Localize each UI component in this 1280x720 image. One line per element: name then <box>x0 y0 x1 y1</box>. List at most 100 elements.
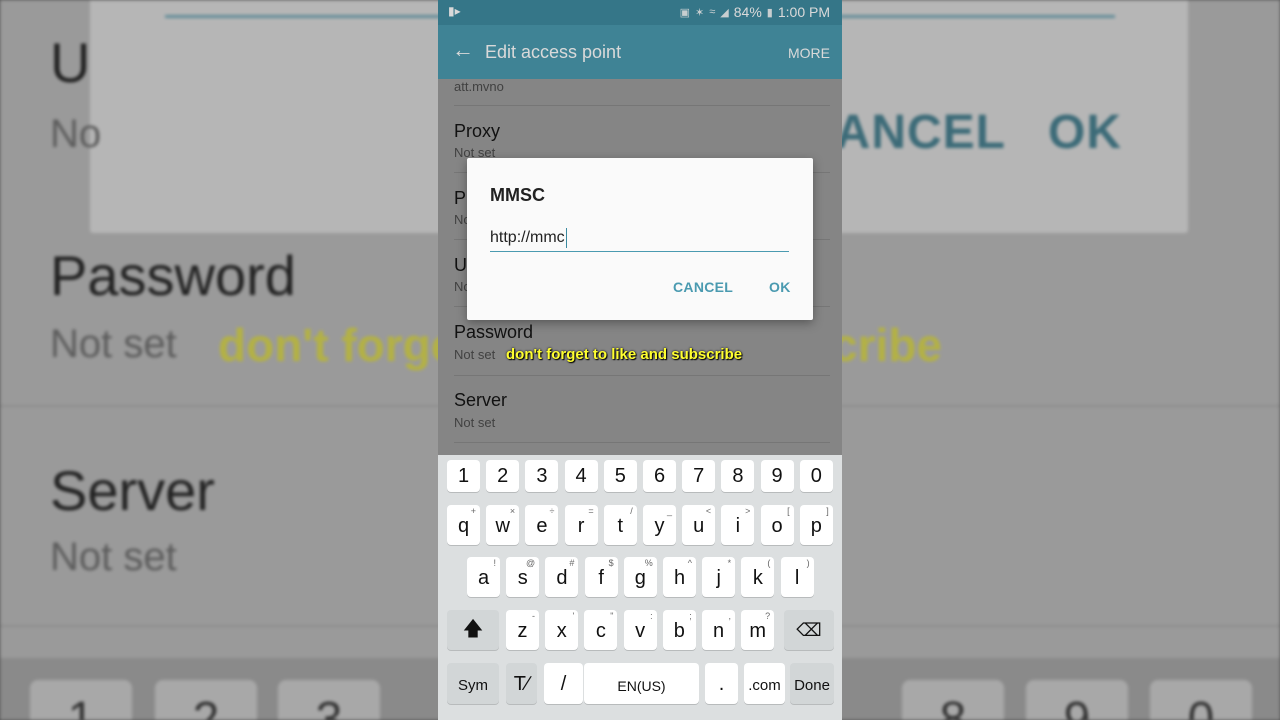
ok-button[interactable]: OK <box>769 279 791 295</box>
key-g-label: g <box>634 567 646 589</box>
dotcom-key[interactable]: .com <box>744 663 785 704</box>
key-1[interactable]: 1 <box>447 460 480 492</box>
shift-key[interactable]: 🡅 <box>447 610 499 650</box>
key-9-label: 9 <box>771 465 783 487</box>
key-m-label: m <box>749 620 767 642</box>
key-t-alt-label: / <box>630 506 633 516</box>
bg-item-title: Server <box>50 459 215 522</box>
key-s[interactable]: s @ <box>506 557 540 597</box>
bg-ok-text: OK <box>1048 106 1122 159</box>
key-f-label: f <box>598 567 604 589</box>
key-5[interactable]: 5 <box>603 460 637 492</box>
key-5-label: 5 <box>614 465 626 487</box>
slash-key-label: / <box>560 673 567 695</box>
key-z-label: z <box>517 620 528 642</box>
key-d[interactable]: d # <box>545 557 579 597</box>
space-key[interactable]: EN(US) <box>584 663 699 704</box>
key-x-label: x <box>556 620 567 642</box>
key-i-label: i <box>735 515 741 537</box>
key-c-alt-label: " <box>610 611 614 621</box>
keyboard: Sym T∕ / EN(US) . .com Done 1 2 3 4 5 6 7 8 9 0 q +… <box>438 455 842 720</box>
key-l-alt-label: ) <box>806 558 810 568</box>
key-v[interactable]: v: <box>623 610 657 650</box>
backspace-icon: ⌫ <box>796 620 822 640</box>
key-j[interactable]: j * <box>702 557 736 597</box>
key-u[interactable]: u < <box>682 505 716 545</box>
key-b[interactable]: b; <box>662 610 696 650</box>
key-9[interactable]: 9 <box>760 460 794 492</box>
key-r[interactable]: r = <box>564 505 598 545</box>
done-key[interactable]: Done <box>790 663 834 704</box>
sym-key-label: Sym <box>458 677 488 694</box>
key-p[interactable]: p] <box>799 505 833 545</box>
shift-arrow-icon: 🡅 <box>462 618 484 640</box>
key-4[interactable]: 4 <box>564 460 598 492</box>
key-p-label: p <box>810 515 822 537</box>
key-w[interactable]: w × <box>486 505 520 545</box>
key-0-label: 0 <box>810 465 822 487</box>
key-h-alt-label: ^ <box>687 558 692 568</box>
key-a[interactable]: a! <box>467 557 500 597</box>
bg-key: 1 <box>30 680 132 720</box>
text-caret <box>565 227 568 248</box>
period-key[interactable]: . <box>705 663 738 704</box>
space-key-label: EN(US) <box>617 678 666 694</box>
key-s-alt-label: @ <box>526 558 536 568</box>
key-j-alt-label: * <box>727 558 732 568</box>
key-e[interactable]: e ÷ <box>525 505 559 545</box>
key-e-alt-label: ÷ <box>549 506 555 516</box>
key-c[interactable]: c " <box>584 610 618 650</box>
key-0[interactable]: 0 <box>799 460 833 492</box>
key-x[interactable]: x ' <box>545 610 579 650</box>
key-i[interactable]: i > <box>721 505 755 545</box>
mmsc-input[interactable]: http://mmc <box>490 224 789 252</box>
dialog-title: MMSC <box>490 185 545 205</box>
key-f[interactable]: f $ <box>584 557 618 597</box>
key-n-alt-label: , <box>728 611 731 621</box>
slash-key[interactable]: / <box>544 663 583 704</box>
key-l[interactable]: l) <box>780 557 814 597</box>
key-h-label: h <box>673 567 686 589</box>
handwriting-icon: T∕ <box>513 673 530 695</box>
key-y[interactable]: y _ <box>643 505 676 545</box>
key-w-label: w <box>495 515 510 537</box>
key-k[interactable]: k( <box>741 557 775 597</box>
subscribe-caption: don't forget to like and subscribe <box>506 346 743 363</box>
period-key-label: . <box>718 673 725 695</box>
key-v-alt-label: : <box>650 611 653 621</box>
key-l-label: l <box>794 567 800 589</box>
handwriting-key[interactable]: T∕ <box>506 663 537 704</box>
key-a-label: a <box>477 567 490 589</box>
key-7-label: 7 <box>693 465 705 487</box>
key-g[interactable]: g% <box>623 557 657 597</box>
key-i-alt-label: > <box>745 506 751 516</box>
key-o-alt-label: [ <box>787 506 790 516</box>
key-q[interactable]: q + <box>447 505 480 545</box>
key-z[interactable]: z- <box>506 610 539 650</box>
key-j-label: j <box>716 567 721 589</box>
sym-key[interactable]: Sym <box>447 663 499 704</box>
video-frame: CANCEL OK U No Password Not set Server N… <box>0 0 1280 720</box>
bg-item-title: U <box>50 31 91 94</box>
dialog-scrim-top <box>438 0 842 79</box>
key-4-label: 4 <box>575 465 587 487</box>
key-o[interactable]: o[ <box>760 505 794 545</box>
key-h[interactable]: h ^ <box>663 557 696 597</box>
key-t[interactable]: t / <box>603 505 637 545</box>
key-3[interactable]: 3 <box>525 460 559 492</box>
key-q-label: q <box>457 515 470 537</box>
key-m-alt-label: ? <box>765 611 771 621</box>
key-8[interactable]: 8 <box>721 460 755 492</box>
key-2[interactable]: 2 <box>486 460 520 492</box>
key-o-label: o <box>771 515 783 537</box>
key-w-alt-label: × <box>509 506 516 516</box>
cancel-button[interactable]: CANCEL <box>673 279 733 295</box>
key-n[interactable]: n, <box>702 610 735 650</box>
key-y-alt-label: _ <box>666 506 672 516</box>
key-7[interactable]: 7 <box>682 460 716 492</box>
key-6-label: 6 <box>653 465 666 487</box>
key-6[interactable]: 6 <box>643 460 676 492</box>
backspace-key[interactable]: ⌫ <box>784 610 834 650</box>
key-y-label: y <box>654 515 665 537</box>
key-m[interactable]: m? <box>741 610 775 650</box>
